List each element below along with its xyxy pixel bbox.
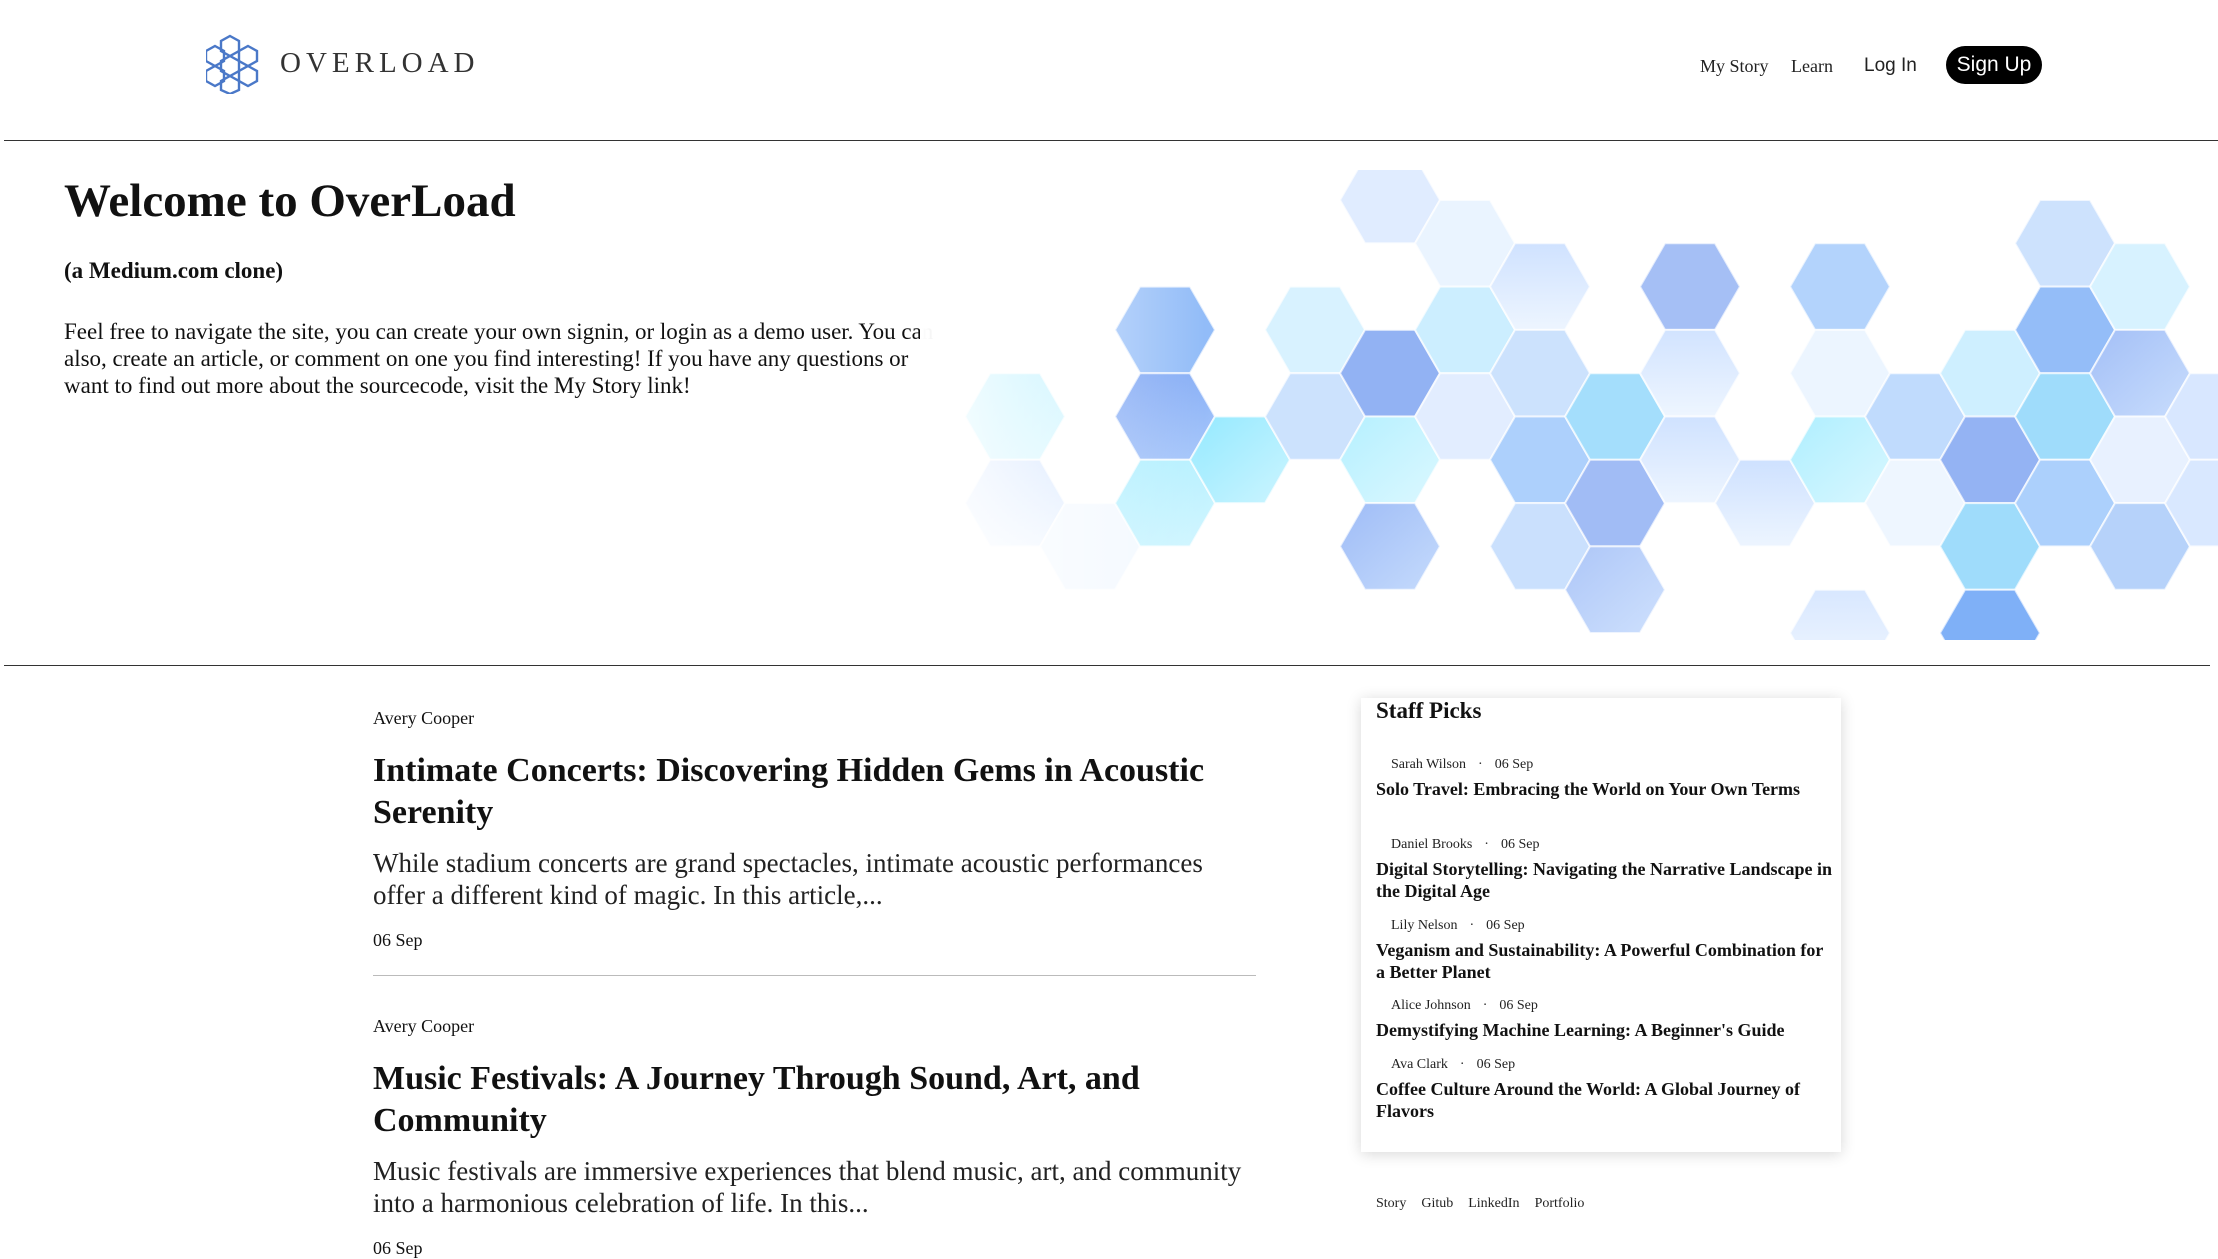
staff-pick-item[interactable]: Daniel Brooks · 06 Sep Digital Storytellin… xyxy=(1376,835,1836,902)
hero-divider xyxy=(4,665,2210,666)
nav-learn[interactable]: Learn xyxy=(1791,46,1833,86)
pick-author[interactable]: Lily Nelson xyxy=(1391,918,1458,933)
hexagon-banner-image xyxy=(920,170,2218,640)
footer-link-github[interactable]: Gitub xyxy=(1421,1196,1453,1212)
site-header: OVERLOAD My Story Learn Log In Sign Up xyxy=(0,0,2218,140)
pick-date: 06 Sep xyxy=(1499,998,1538,1013)
staff-pick-item[interactable]: Ava Clark · 06 Sep Coffee Culture Around t… xyxy=(1376,1055,1836,1122)
hero-description: Feel free to navigate the site, you can … xyxy=(64,319,934,398)
footer-link-story[interactable]: Story xyxy=(1376,1196,1406,1212)
hexagon-cluster-logo-icon xyxy=(206,34,259,94)
staff-pick-item[interactable]: Lily Nelson · 06 Sep Veganism and Sustaina… xyxy=(1376,916,1836,983)
meta-separator: · xyxy=(1484,837,1489,852)
staff-pick-item[interactable]: Sarah Wilson · 06 Sep Solo Travel: Embraci… xyxy=(1376,755,1836,800)
footer-link-portfolio[interactable]: Portfolio xyxy=(1535,1196,1585,1212)
pick-author[interactable]: Sarah Wilson xyxy=(1391,757,1466,772)
header-divider xyxy=(4,140,2218,141)
footer-links: Story Gitub LinkedIn Portfolio xyxy=(1376,1196,1599,1212)
meta-separator: · xyxy=(1478,757,1483,772)
hero-title: Welcome to OverLoad xyxy=(64,175,516,227)
article-excerpt: While stadium concerts are grand spectac… xyxy=(373,848,1203,910)
pick-date: 06 Sep xyxy=(1494,757,1534,772)
pick-title[interactable]: Solo Travel: Embracing the World on Your… xyxy=(1376,778,1836,800)
pick-date: 06 Sep xyxy=(1500,837,1540,852)
article-divider xyxy=(373,975,1256,976)
logo-text: OVERLOAD xyxy=(280,46,480,79)
article-title[interactable]: Music Festivals: A Journey Through Sound… xyxy=(373,1058,1258,1142)
article-excerpt: Music festivals are immersive experience… xyxy=(373,1156,1242,1218)
article-card[interactable]: Avery Cooper Intimate Concerts: Discover… xyxy=(373,708,1258,958)
pick-title[interactable]: Digital Storytelling: Navigating the Nar… xyxy=(1376,858,1836,902)
my-story-link[interactable]: My Story xyxy=(1700,56,1769,77)
pick-title[interactable]: Coffee Culture Around the World: A Globa… xyxy=(1376,1078,1836,1122)
meta-separator: · xyxy=(1459,1057,1465,1072)
pick-title[interactable]: Veganism and Sustainability: A Powerful … xyxy=(1376,939,1836,983)
article-author[interactable]: Avery Cooper xyxy=(373,708,474,729)
pick-date: 06 Sep xyxy=(1486,918,1525,933)
pick-author[interactable]: Alice Johnson xyxy=(1391,998,1471,1013)
staff-picks-card: Staff Picks Sarah Wilson · 06 Sep Solo Tra… xyxy=(1361,698,1841,1152)
article-author[interactable]: Avery Cooper xyxy=(373,1016,474,1037)
article-card[interactable]: Avery Cooper Music Festivals: A Journey … xyxy=(373,1016,1258,1258)
footer-link-linkedin[interactable]: LinkedIn xyxy=(1468,1196,1519,1212)
pick-author[interactable]: Ava Clark xyxy=(1391,1057,1448,1072)
pick-date: 06 Sep xyxy=(1476,1057,1516,1072)
nav-my-story[interactable]: My Story xyxy=(1700,46,1769,86)
nav-login[interactable]: Log In xyxy=(1864,46,1917,86)
staff-pick-item[interactable]: Alice Johnson · 06 Sep Demystifying Machin… xyxy=(1376,996,1836,1041)
article-date: 06 Sep xyxy=(373,930,423,950)
learn-link[interactable]: Learn xyxy=(1791,56,1833,77)
article-title[interactable]: Intimate Concerts: Discovering Hidden Ge… xyxy=(373,750,1258,834)
pick-title[interactable]: Demystifying Machine Learning: A Beginne… xyxy=(1376,1019,1836,1041)
login-link[interactable]: Log In xyxy=(1864,55,1917,77)
logo[interactable]: OVERLOAD xyxy=(206,22,480,104)
signup-button[interactable]: Sign Up xyxy=(1946,46,2042,84)
meta-separator: · xyxy=(1482,998,1488,1013)
pick-author[interactable]: Daniel Brooks xyxy=(1391,837,1472,852)
staff-picks-heading: Staff Picks xyxy=(1376,698,1482,723)
meta-separator: · xyxy=(1469,918,1475,933)
article-date: 06 Sep xyxy=(373,1238,423,1258)
hero-subtitle: (a Medium.com clone) xyxy=(64,258,284,283)
